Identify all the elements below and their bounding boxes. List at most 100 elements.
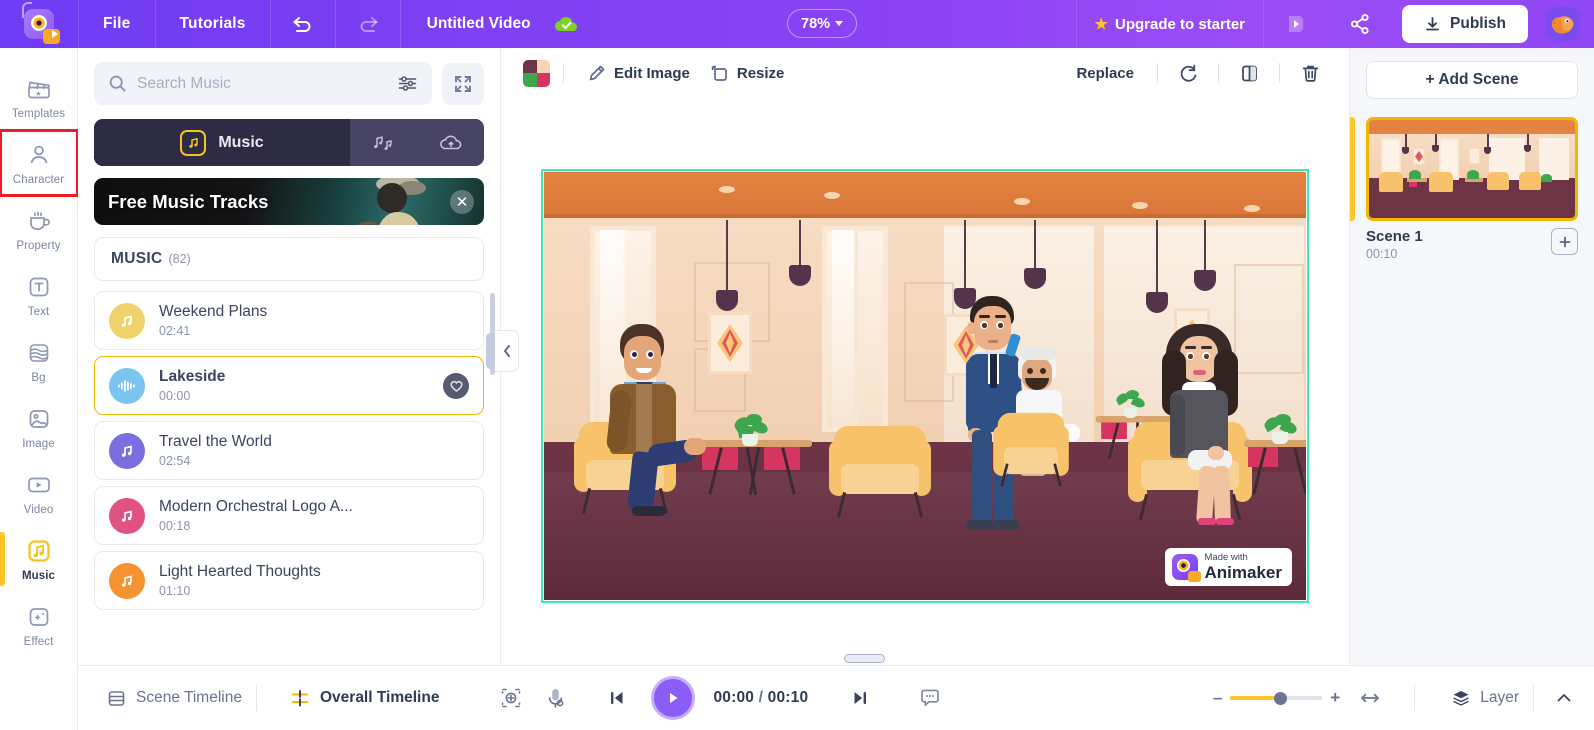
- sidebar-item-effect[interactable]: Effect: [0, 592, 78, 658]
- zoom-knob[interactable]: [1274, 691, 1288, 705]
- sidebar-item-music[interactable]: Music: [0, 526, 78, 592]
- sidebar-item-property[interactable]: Property: [0, 196, 78, 262]
- zoom-level-selector[interactable]: 78%: [787, 9, 858, 38]
- sidebar-label-image: Image: [22, 437, 55, 450]
- pendant-lamp-cord: [1156, 220, 1158, 292]
- redo-icon[interactable]: [336, 0, 400, 48]
- property-cup-icon: [24, 207, 54, 235]
- scene-timeline-button[interactable]: Scene Timeline: [92, 688, 256, 709]
- heart-icon[interactable]: [443, 372, 469, 399]
- file-menu[interactable]: File: [79, 0, 155, 48]
- trash-icon[interactable]: [1293, 56, 1327, 90]
- divider: [255, 685, 257, 711]
- track-thumb: [109, 367, 145, 404]
- zoom-slider[interactable]: – + Layer: [1213, 676, 1594, 720]
- cloud-saved-icon: [553, 14, 581, 34]
- rotate-icon[interactable]: [1171, 56, 1205, 90]
- upgrade-button[interactable]: ★ Upgrade to starter: [1077, 15, 1263, 34]
- scene-card[interactable]: Scene 1 00:10: [1350, 117, 1578, 261]
- character-person-icon: [24, 141, 54, 169]
- promo-banner[interactable]: Free Music Tracks ✕: [94, 178, 484, 225]
- timeline-resize-handle[interactable]: [844, 654, 885, 663]
- canvas-toolbar-right: Replace: [1066, 56, 1327, 90]
- panel-collapse-button[interactable]: [495, 330, 519, 372]
- track-name: Light Hearted Thoughts: [159, 563, 321, 581]
- track-row[interactable]: Modern Orchestral Logo A... 00:18: [94, 486, 484, 545]
- replace-button[interactable]: Replace: [1066, 56, 1144, 90]
- tutorials-menu[interactable]: Tutorials: [156, 0, 270, 48]
- expand-fullscreen-icon[interactable]: [442, 62, 484, 105]
- music-section-header: MUSIC (82): [94, 237, 484, 281]
- play-button[interactable]: [651, 676, 696, 720]
- zoom-out-button[interactable]: –: [1213, 688, 1222, 708]
- chevron-up-icon[interactable]: [1542, 676, 1586, 720]
- preview-play-icon[interactable]: [1264, 0, 1328, 48]
- music-panel: Music Free Music Tracks: [78, 48, 501, 665]
- panel-resize-grip[interactable]: [486, 333, 495, 369]
- add-scene-button[interactable]: + Add Scene: [1366, 61, 1578, 99]
- track-row[interactable]: Light Hearted Thoughts 01:10: [94, 551, 484, 610]
- video-play-icon: [24, 471, 54, 499]
- sidebar-item-text[interactable]: Text: [0, 262, 78, 328]
- color-swatch-icon[interactable]: [523, 59, 550, 87]
- topbar-right-group: ★ Upgrade to starter Publish: [1075, 0, 1594, 48]
- track-duration: 00:00: [159, 388, 191, 403]
- scene-active-indicator: [1350, 117, 1355, 221]
- document-title[interactable]: Untitled Video: [427, 15, 531, 33]
- edit-image-button[interactable]: Edit Image: [577, 56, 700, 90]
- video-stage[interactable]: Made with Animaker: [541, 169, 1309, 603]
- previous-frame-icon[interactable]: [595, 676, 639, 720]
- scene-name: Scene 1: [1366, 228, 1423, 245]
- tab-music[interactable]: Music: [94, 119, 350, 166]
- resize-icon: [711, 65, 727, 81]
- scene-thumbnail[interactable]: [1366, 117, 1578, 221]
- tab-upload[interactable]: [417, 119, 484, 166]
- resize-button[interactable]: Resize: [700, 56, 795, 90]
- close-icon[interactable]: ✕: [450, 189, 474, 214]
- promo-title: Free Music Tracks: [108, 190, 269, 212]
- layer-button[interactable]: Layer: [1437, 688, 1525, 708]
- zoom-in-button[interactable]: +: [1330, 688, 1340, 708]
- track-row[interactable]: Travel the World 02:54: [94, 421, 484, 480]
- sidebar-label-bg: Bg: [31, 371, 46, 384]
- track-row[interactable]: Weekend Plans 02:41: [94, 291, 484, 350]
- text-t-icon: [24, 273, 54, 301]
- resize-label: Resize: [736, 64, 785, 82]
- flip-icon[interactable]: [1232, 56, 1266, 90]
- sidebar-item-character[interactable]: Character: [0, 129, 79, 197]
- armchair: [993, 412, 1069, 487]
- track-thumb: [109, 562, 145, 599]
- track-row[interactable]: Lakeside 00:00: [94, 356, 484, 415]
- upgrade-label: Upgrade to starter: [1114, 15, 1246, 33]
- tab-sound-effects[interactable]: [350, 119, 417, 166]
- caption-bubble-icon[interactable]: [908, 676, 952, 720]
- character-seated-man: [596, 324, 706, 516]
- timecode: 00:00 / 00:10: [713, 689, 808, 707]
- sidebar-item-video[interactable]: Video: [0, 460, 78, 526]
- track-name: Travel the World: [159, 433, 272, 451]
- pendant-lamp: [1194, 270, 1216, 291]
- filter-sliders-icon[interactable]: [392, 69, 422, 99]
- overall-timeline-button[interactable]: Overall Timeline: [275, 688, 453, 709]
- pendant-lamp: [1146, 292, 1168, 313]
- sidebar-item-bg[interactable]: Bg: [0, 328, 78, 394]
- user-avatar-icon[interactable]: [1546, 7, 1580, 41]
- focus-target-icon[interactable]: [489, 676, 533, 720]
- divider: [1533, 685, 1534, 711]
- zoom-track[interactable]: [1230, 691, 1323, 705]
- sidebar-item-image[interactable]: Image: [0, 394, 78, 460]
- next-frame-icon[interactable]: [838, 676, 882, 720]
- publish-button[interactable]: Publish: [1402, 5, 1528, 43]
- share-icon[interactable]: [1328, 0, 1392, 48]
- fit-width-icon[interactable]: [1348, 676, 1392, 720]
- pendant-lamp-cord: [799, 220, 801, 265]
- app-logo[interactable]: [0, 0, 78, 48]
- search-box[interactable]: [94, 62, 432, 105]
- chevron-down-icon: [835, 21, 844, 26]
- zoom-level-value: 78%: [801, 15, 831, 32]
- search-input[interactable]: [137, 74, 382, 93]
- microphone-icon[interactable]: [533, 676, 577, 720]
- plus-icon[interactable]: [1551, 228, 1578, 255]
- sidebar-item-templates[interactable]: Templates: [0, 64, 78, 130]
- undo-icon[interactable]: [271, 0, 335, 48]
